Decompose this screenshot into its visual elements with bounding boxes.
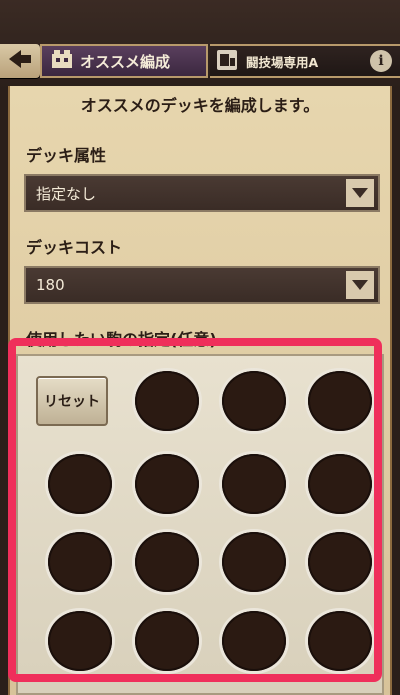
piece-selection-label: 使用したい駒の指定(任意)	[26, 330, 217, 349]
piece-slot[interactable]	[135, 454, 199, 514]
piece-slot[interactable]	[48, 454, 112, 514]
piece-slot[interactable]	[308, 454, 372, 514]
back-button[interactable]	[0, 44, 40, 78]
piece-slot[interactable]	[222, 454, 286, 514]
top-bar: オススメ編成 闘技場専用A i	[0, 0, 400, 90]
deck-settings-panel: オススメのデッキを編成します。 デッキ属性 指定なし デッキコスト 180 使用…	[8, 86, 392, 695]
deck-cost-value: 180	[36, 276, 65, 294]
piece-slot[interactable]	[308, 371, 372, 431]
deck-attribute-select[interactable]: 指定なし	[24, 174, 380, 212]
piece-slot[interactable]	[222, 532, 286, 592]
piece-slot[interactable]	[222, 611, 286, 671]
deck-building-icon	[50, 48, 74, 74]
intro-text: オススメのデッキを編成します。	[80, 96, 320, 115]
reset-button[interactable]: リセット	[36, 376, 108, 426]
piece-slot[interactable]	[48, 611, 112, 671]
piece-board: リセット	[16, 354, 384, 695]
piece-slot[interactable]	[135, 371, 199, 431]
deck-cost-label: デッキコスト	[26, 238, 123, 257]
dropdown-arrow-icon[interactable]	[346, 271, 374, 299]
piece-slot[interactable]	[308, 611, 372, 671]
arena-deck-label: 闘技場専用A	[246, 54, 319, 70]
piece-slot[interactable]	[222, 371, 286, 431]
piece-slot[interactable]	[135, 532, 199, 592]
deck-attribute-value: 指定なし	[36, 184, 97, 203]
dropdown-arrow-icon[interactable]	[346, 179, 374, 207]
page-title-tab: オススメ編成	[40, 44, 208, 78]
back-arrow-icon	[9, 50, 31, 72]
deck-cost-select[interactable]: 180	[24, 266, 380, 304]
page-title: オススメ編成	[80, 52, 171, 71]
arena-icon	[216, 49, 238, 74]
piece-slot[interactable]	[135, 611, 199, 671]
info-icon[interactable]: i	[370, 50, 392, 72]
piece-slot[interactable]	[48, 532, 112, 592]
deck-attribute-label: デッキ属性	[26, 146, 107, 165]
piece-slot[interactable]	[308, 532, 372, 592]
